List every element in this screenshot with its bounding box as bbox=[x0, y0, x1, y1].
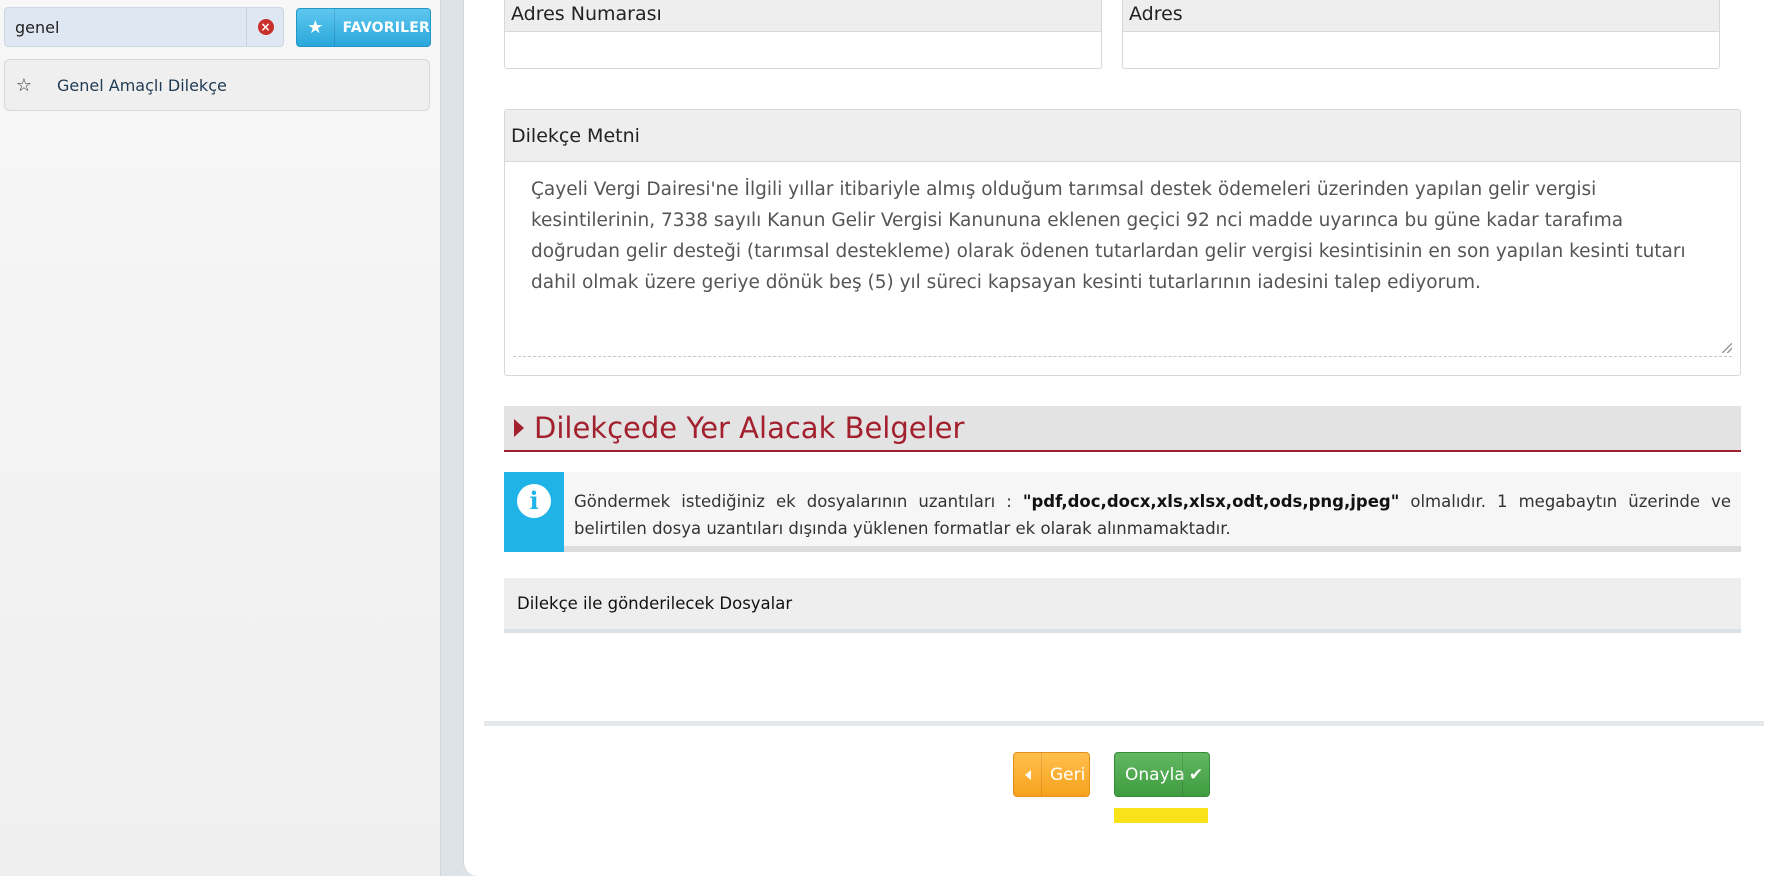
petition-text-label: Dilekçe Metni bbox=[505, 110, 1740, 162]
check-icon: ✔ bbox=[1182, 753, 1209, 796]
sidebar-item-label: Genel Amaçlı Dilekçe bbox=[57, 75, 227, 95]
confirm-button[interactable]: Onayla ✔ bbox=[1114, 752, 1210, 797]
info-prefix: Göndermek istediğiniz ek dosyalarının uz… bbox=[574, 492, 1023, 511]
caret-right-icon bbox=[514, 419, 524, 437]
main-panel: Adres Numarası Adres Dilekçe Metni Çayel… bbox=[463, 0, 1777, 876]
file-info-text: Göndermek istediğiniz ek dosyalarının uz… bbox=[574, 488, 1731, 542]
confirm-button-label: Onayla bbox=[1125, 764, 1185, 785]
petition-text-area[interactable]: Çayeli Vergi Dairesi'ne İlgili yıllar it… bbox=[513, 162, 1732, 357]
back-button[interactable]: Geri bbox=[1013, 752, 1090, 797]
address-input[interactable] bbox=[1123, 32, 1719, 68]
info-extensions: "pdf,doc,docx,xls,xlsx,odt,ods,png,jpeg" bbox=[1022, 492, 1400, 511]
sidebar: × ★ FAVORILER ☆ Genel Amaçlı Dilekçe bbox=[0, 0, 441, 876]
star-outline-icon[interactable]: ☆ bbox=[5, 75, 43, 96]
search-input[interactable] bbox=[5, 8, 246, 46]
resize-grip-icon[interactable] bbox=[1722, 343, 1732, 353]
documents-section-title: Dilekçede Yer Alacak Belgeler bbox=[534, 411, 965, 445]
divider bbox=[484, 721, 1764, 726]
search-clear-button[interactable]: × bbox=[246, 8, 284, 46]
address-number-input[interactable] bbox=[505, 32, 1101, 68]
sidebar-item-genel-amacli-dilekce[interactable]: ☆ Genel Amaçlı Dilekçe bbox=[4, 59, 430, 111]
favorites-button-label: FAVORILER bbox=[342, 19, 430, 36]
address-number-label: Adres Numarası bbox=[505, 0, 1101, 32]
highlight-marker bbox=[1114, 808, 1208, 823]
address-number-field: Adres Numarası bbox=[504, 0, 1102, 69]
address-field: Adres bbox=[1122, 0, 1720, 69]
info-icon: i bbox=[517, 484, 551, 518]
search-box: × bbox=[4, 7, 284, 47]
file-info-alert: i Göndermek istediğiniz ek dosyalarının … bbox=[504, 472, 1741, 552]
petition-text-field: Dilekçe Metni Çayeli Vergi Dairesi'ne İl… bbox=[504, 109, 1741, 376]
favorites-button[interactable]: ★ FAVORILER bbox=[296, 8, 431, 47]
documents-section-header[interactable]: Dilekçede Yer Alacak Belgeler bbox=[504, 406, 1741, 452]
info-icon-container: i bbox=[504, 472, 564, 552]
files-header: Dilekçe ile gönderilecek Dosyalar bbox=[504, 578, 1741, 633]
close-circle-icon: × bbox=[257, 19, 274, 35]
address-label: Adres bbox=[1123, 0, 1719, 32]
star-icon: ★ bbox=[297, 9, 335, 46]
back-button-label: Geri bbox=[1050, 764, 1086, 785]
chevron-left-icon bbox=[1014, 753, 1042, 796]
